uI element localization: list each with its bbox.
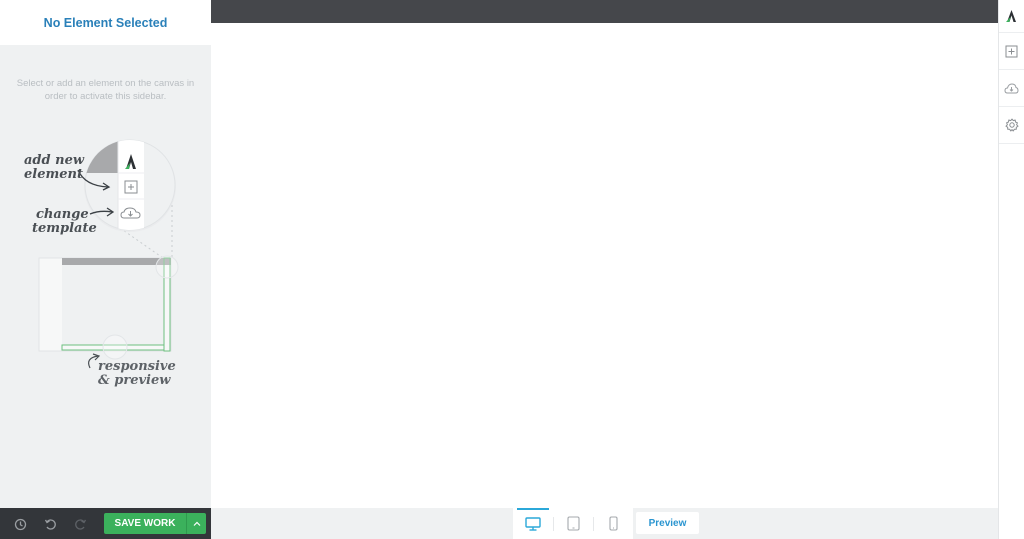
device-bar: Preview <box>211 508 998 539</box>
label-add-new-element: add new element <box>24 154 84 182</box>
label-line: & preview <box>98 373 171 388</box>
right-bar-logo[interactable] <box>999 0 1024 33</box>
mini-topbar <box>62 258 171 265</box>
cloud-download-icon <box>1004 82 1019 93</box>
top-bar <box>211 0 998 23</box>
add-element-button[interactable] <box>999 33 1024 70</box>
mini-bottom-lens <box>102 334 128 360</box>
plus-square-icon <box>1005 45 1018 57</box>
device-mobile-button[interactable] <box>593 508 633 539</box>
brand-logo-icon <box>1006 10 1016 22</box>
onboarding-illustration: add new element change template responsi… <box>0 130 211 400</box>
save-options-button[interactable] <box>186 513 206 534</box>
mini-right-lens <box>155 255 179 279</box>
label-line: change <box>36 207 89 222</box>
editor-canvas[interactable] <box>211 23 998 508</box>
undo-icon[interactable] <box>42 516 58 532</box>
device-desktop-button[interactable] <box>513 508 553 539</box>
templates-button[interactable] <box>999 70 1024 107</box>
redo-icon[interactable] <box>72 516 88 532</box>
label-change-template: change template <box>32 207 97 236</box>
label-responsive-preview: responsive & preview <box>98 360 176 388</box>
right-toolbar <box>998 0 1024 539</box>
tablet-icon <box>566 516 580 531</box>
label-line: responsive <box>98 359 176 374</box>
device-tablet-button[interactable] <box>553 508 593 539</box>
clock-icon[interactable] <box>12 516 28 532</box>
label-line: add new <box>24 153 85 168</box>
bottom-toolbar: SAVE WORK <box>0 508 211 539</box>
editor-app: No Element Selected Select or add an ele… <box>0 0 1024 539</box>
mobile-icon <box>608 516 618 531</box>
sidebar-hint: Select or add an element on the canvas i… <box>16 78 195 102</box>
chevron-up-icon <box>193 521 200 526</box>
left-sidebar: No Element Selected Select or add an ele… <box>0 0 211 539</box>
device-switcher <box>513 508 633 539</box>
sidebar-header: No Element Selected <box>0 0 211 45</box>
sidebar-title: No Element Selected <box>43 15 168 30</box>
preview-button[interactable]: Preview <box>636 512 699 534</box>
label-line: element <box>24 167 83 182</box>
label-line: template <box>32 221 97 236</box>
gear-icon <box>1005 118 1018 132</box>
dotted-connector <box>119 227 164 259</box>
save-work-button[interactable]: SAVE WORK <box>104 513 186 534</box>
settings-button[interactable] <box>999 107 1024 144</box>
desktop-icon <box>525 516 541 531</box>
mini-canvas <box>62 265 164 345</box>
